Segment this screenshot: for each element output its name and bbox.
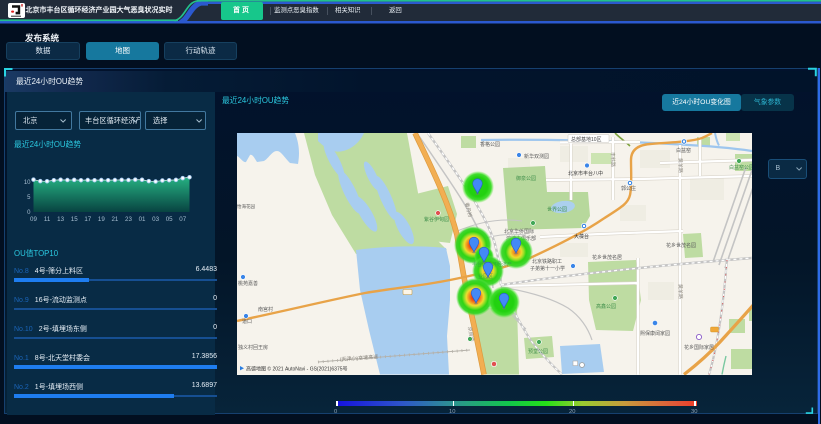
- svg-text:23: 23: [125, 216, 132, 223]
- svg-text:丰科路: 丰科路: [609, 152, 617, 167]
- svg-text:01: 01: [139, 216, 146, 223]
- svg-text:世界公园: 世界公园: [547, 206, 567, 213]
- svg-text:03: 03: [152, 216, 159, 223]
- svg-text:17: 17: [84, 216, 91, 223]
- svg-text:15: 15: [71, 216, 78, 223]
- svg-text:南宫村: 南宫村: [258, 306, 273, 313]
- svg-text:5: 5: [27, 195, 31, 201]
- svg-text:19: 19: [98, 216, 105, 223]
- svg-text:道口: 道口: [242, 318, 252, 325]
- svg-text:北京铁路职工: 北京铁路职工: [532, 258, 562, 265]
- svg-text:花乡国际家居: 花乡国际家居: [684, 344, 714, 351]
- svg-text:黄羊路: 黄羊路: [677, 284, 685, 299]
- svg-text:北京华侨国际: 北京华侨国际: [504, 228, 534, 235]
- svg-text:御泉公园: 御泉公园: [516, 175, 536, 182]
- svg-text:白盆窑公园: 白盆窑公园: [729, 164, 752, 171]
- svg-text:11: 11: [44, 216, 51, 223]
- svg-text:大葆台: 大葆台: [574, 233, 589, 240]
- svg-text:香格公园: 香格公园: [480, 141, 500, 148]
- svg-text:总部基地10区: 总部基地10区: [571, 136, 602, 143]
- svg-text:熙保康阔家园: 熙保康阔家园: [640, 330, 670, 337]
- svg-text:紫谷伊甸园: 紫谷伊甸园: [424, 216, 449, 223]
- svg-text:10: 10: [24, 180, 31, 186]
- svg-text:13: 13: [57, 216, 64, 223]
- svg-text:花乡世茂名居: 花乡世茂名居: [592, 254, 622, 261]
- svg-text:高鑫公园: 高鑫公园: [596, 303, 616, 310]
- svg-text:郭公庄: 郭公庄: [621, 185, 636, 192]
- svg-text:花乡世茂名园: 花乡世茂名园: [666, 242, 696, 249]
- svg-text:05: 05: [166, 216, 173, 223]
- svg-text:07: 07: [179, 216, 186, 223]
- svg-text:怡海花园: 怡海花园: [237, 203, 255, 210]
- svg-text:子弟第十一小学: 子弟第十一小学: [530, 265, 565, 272]
- svg-text:黄羊路: 黄羊路: [677, 158, 685, 173]
- svg-text:新华双测园: 新华双测园: [524, 153, 549, 160]
- svg-text:北京市丰台八中: 北京市丰台八中: [568, 170, 603, 177]
- svg-text:09: 09: [30, 216, 37, 223]
- svg-text:桃苑嘉善: 桃苑嘉善: [238, 280, 258, 287]
- svg-text:业园区: 业园区: [478, 273, 493, 280]
- svg-text:高德地图 © 2021 AutoNavi - GS(2021: 高德地图 © 2021 AutoNavi - GS(2021)6375号: [246, 366, 348, 373]
- svg-text:21: 21: [111, 216, 118, 223]
- svg-text:独义村回王房: 独义村回王房: [238, 344, 268, 351]
- svg-text:预堂公园: 预堂公园: [528, 348, 548, 355]
- svg-text:白盆窑: 白盆窑: [676, 147, 691, 154]
